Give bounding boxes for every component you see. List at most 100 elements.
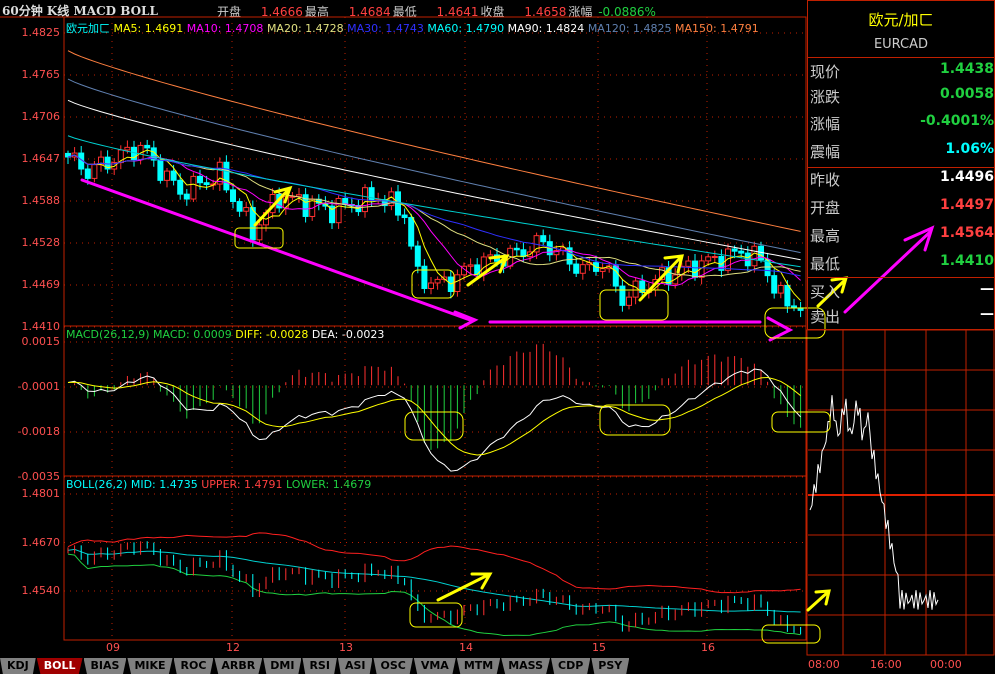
boll-upper-line: [67, 532, 801, 594]
quote-row-value: 1.4410: [939, 253, 994, 269]
ma60-line: [67, 135, 801, 268]
candle: [190, 175, 197, 200]
tab-kdj[interactable]: KDJ: [0, 658, 36, 674]
candle: [177, 179, 184, 195]
quote-row-value: —: [980, 306, 994, 322]
tab-bias[interactable]: BIAS: [83, 658, 127, 674]
mini-time-label: 08:00: [808, 658, 840, 671]
candle: [626, 296, 632, 306]
quote-row-label: 卖出: [810, 308, 841, 326]
candle: [216, 161, 223, 185]
indicator-tabs: KDJ BOLL BIAS MIKE ROC ARBR DMI RSI ASI OSC VMA MTM…: [0, 658, 630, 674]
tab-psy[interactable]: PSY: [591, 658, 630, 674]
divider: [808, 167, 994, 168]
tab-mtm[interactable]: MTM: [456, 658, 501, 674]
tab-osc[interactable]: OSC: [373, 658, 413, 674]
tab-cdp[interactable]: CDP: [551, 658, 591, 674]
yellow-arrow-annotation: [806, 589, 831, 612]
quote-row-label: 最高: [810, 227, 841, 245]
quote-row-label: 买入: [810, 283, 841, 301]
candle: [685, 260, 692, 267]
quote-row-value: 1.4438: [939, 61, 994, 77]
mini-price-line: [809, 395, 939, 610]
candle: [540, 235, 547, 243]
mini-time-label: 00:00: [930, 658, 962, 671]
candle: [170, 170, 177, 181]
tab-vma[interactable]: VMA: [413, 658, 456, 674]
quote-row: 最高 1.4564: [810, 225, 994, 249]
candle: [599, 268, 606, 272]
tab-roc[interactable]: ROC: [173, 658, 214, 674]
divider: [808, 277, 994, 278]
candle: [771, 275, 778, 294]
candle: [183, 193, 190, 200]
ma150-line: [67, 50, 801, 232]
candle: [579, 264, 586, 274]
candle: [731, 248, 738, 252]
candle: [619, 285, 626, 306]
candle: [144, 144, 151, 149]
quote-row: 震幅 1.06%: [810, 141, 994, 165]
divider: [808, 57, 994, 58]
mini-time-label: 16:00: [870, 658, 902, 671]
quote-row-value: 1.4496: [939, 169, 994, 185]
candle: [612, 265, 619, 287]
tab-dmi[interactable]: DMI: [263, 658, 302, 674]
candle: [414, 245, 421, 267]
candle: [223, 161, 230, 191]
candle: [401, 214, 408, 219]
quote-row: 最低 1.4410: [810, 253, 994, 277]
boll-lower-line: [67, 553, 801, 636]
quote-row-value: —: [980, 281, 994, 297]
candle: [243, 207, 250, 212]
quote-row-label: 开盘: [810, 199, 841, 217]
candle: [428, 282, 434, 289]
tab-asi[interactable]: ASI: [337, 658, 373, 674]
candle: [705, 256, 712, 262]
candle: [197, 175, 203, 184]
candle: [157, 159, 164, 181]
yellow-arrow-annotation: [466, 254, 510, 287]
ma5-line: [67, 149, 801, 301]
tab-arbr[interactable]: ARBR: [214, 658, 263, 674]
quote-row-label: 现价: [810, 63, 841, 81]
candle: [203, 182, 210, 186]
candle: [777, 284, 784, 294]
support-line-annotation: [488, 316, 794, 342]
quote-symbol-code: EURCAD: [873, 37, 929, 52]
quote-row-label: 涨跌: [810, 88, 841, 106]
quote-row: 现价 1.4438: [810, 61, 994, 85]
quote-symbol-name: 欧元/加ㄈ: [868, 11, 934, 29]
tab-mike[interactable]: MIKE: [127, 658, 173, 674]
candle: [784, 284, 791, 307]
quote-row-label: 最低: [810, 255, 841, 273]
candle: [573, 263, 580, 274]
quote-row: 涨幅 -0.4001%: [810, 113, 994, 137]
candle: [454, 274, 461, 293]
candle: [296, 194, 302, 197]
chart-frame: [63, 16, 807, 641]
candle: [236, 201, 243, 212]
candle: [751, 245, 758, 267]
quote-row-label: 涨幅: [810, 115, 841, 133]
candle: [513, 247, 520, 251]
diff-line: [67, 368, 801, 472]
quote-row-value: 0.0058: [939, 86, 994, 102]
quote-row: 买入 —: [810, 281, 994, 305]
quote-row-value: -0.4001%: [920, 113, 994, 129]
candle: [230, 189, 236, 203]
candle: [91, 164, 98, 179]
candle: [335, 197, 342, 224]
quote-row: 涨跌 0.0058: [810, 86, 994, 110]
dea-line: [67, 376, 801, 456]
quote-row-label: 震幅: [810, 143, 841, 161]
tab-rsi[interactable]: RSI: [302, 658, 337, 674]
candle: [692, 260, 698, 278]
candle: [738, 250, 745, 254]
yellow-arrow-annotation: [436, 572, 493, 602]
candle: [164, 170, 170, 181]
candle: [124, 146, 131, 151]
tab-mass[interactable]: MASS: [501, 658, 551, 674]
quote-row-value: 1.4564: [939, 225, 994, 241]
tab-boll[interactable]: BOLL: [36, 658, 83, 674]
